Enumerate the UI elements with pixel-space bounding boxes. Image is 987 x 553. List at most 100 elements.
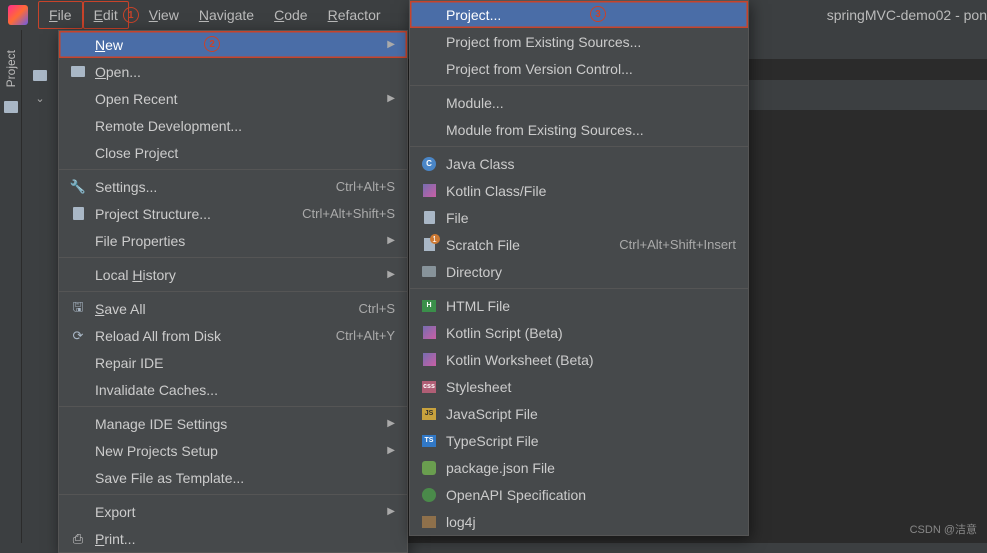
menu-item-open-recent[interactable]: Open Recent ▶ [59,85,407,112]
menu-item-java-class[interactable]: CJava Class [410,150,748,177]
menu-item-reload-all-from-disk[interactable]: ⟳ Reload All from DiskCtrl+Alt+Y [59,322,407,349]
menu-item-label: JavaScript File [446,406,736,422]
menu-item-label: Open Recent [95,91,379,107]
menu-item-log4j[interactable]: log4j [410,508,748,535]
doc-icon [69,207,87,220]
menu-item-save-file-as-template[interactable]: Save File as Template... [59,464,407,491]
chevron-right-icon: ▶ [387,93,395,104]
menu-item-label: Save All [95,301,359,317]
menu-item-label: File Properties [95,233,379,249]
menu-item-new[interactable]: New▶2 [59,31,407,58]
menu-item-typescript-file[interactable]: TSTypeScript File [410,427,748,454]
menu-item-javascript-file[interactable]: JS JavaScript File [410,400,748,427]
menu-item-print[interactable]: ⎙Print... [59,525,407,552]
menu-item-invalidate-caches[interactable]: Invalidate Caches... [59,376,407,403]
menu-item-project-structure[interactable]: Project Structure...Ctrl+Alt+Shift+S [59,200,407,227]
menu-item-new-projects-setup[interactable]: New Projects Setup▶ [59,437,407,464]
window-title: springMVC-demo02 - pon [827,7,987,23]
menu-item-settings[interactable]: 🔧Settings...Ctrl+Alt+S [59,173,407,200]
menu-item-open[interactable]: Open... [59,58,407,85]
project-strip: ⌄ [22,30,58,543]
menu-item-label: Local History [95,267,379,283]
app-icon [8,5,28,25]
annotation: 3 [590,6,606,22]
menu-item-close-project[interactable]: Close Project [59,139,407,166]
menu-item-project-from-version-control[interactable]: Project from Version Control... [410,55,748,82]
menu-item-kotlin-class-file[interactable]: Kotlin Class/File [410,177,748,204]
project-tool-button[interactable]: Project [4,50,18,87]
menu-item-label: Project Structure... [95,206,302,222]
menu-file[interactable]: File [38,1,83,29]
menu-item-label: Remote Development... [95,118,395,134]
chevron-down-icon[interactable]: ⌄ [35,92,44,105]
tool-window-bar-left: Project [0,30,22,543]
menu-edit[interactable]: Edit [83,1,129,29]
menu-separator [59,169,407,170]
folder-icon [4,101,18,113]
chevron-right-icon: ▶ [387,269,395,280]
menu-item-label: Export [95,504,379,520]
menu-item-label: Module from Existing Sources... [446,122,736,138]
menu-navigate[interactable]: Navigate [189,2,264,28]
folder-icon[interactable] [33,70,47,84]
menu-item-label: Java Class [446,156,736,172]
menu-item-project[interactable]: Project...3 [410,1,748,28]
kotlin-icon [420,184,438,197]
api-icon [420,488,438,502]
menu-item-html-file[interactable]: HHTML File [410,292,748,319]
folder-icon [69,66,87,77]
js-icon: JS [420,408,438,420]
annotation: 2 [204,36,220,52]
menu-item-kotlin-worksheet-beta[interactable]: Kotlin Worksheet (Beta) [410,346,748,373]
menu-shortcut: Ctrl+Alt+S [336,179,395,194]
css-icon: css [420,381,438,393]
menu-item-save-all[interactable]: 🖫Save AllCtrl+S [59,295,407,322]
menu-item-repair-ide[interactable]: Repair IDE [59,349,407,376]
menu-shortcut: Ctrl+Alt+Y [336,328,395,343]
log-icon [420,516,438,528]
chevron-right-icon: ▶ [387,418,395,429]
new-submenu-dropdown: Project...3 Project from Existing Sources… [409,0,749,536]
menu-item-local-history[interactable]: Local History ▶ [59,261,407,288]
menu-refactor[interactable]: Refactor [318,2,391,28]
menu-item-label: Repair IDE [95,355,395,371]
menu-item-openapi-specification[interactable]: OpenAPI Specification [410,481,748,508]
menu-item-label: Directory [446,264,736,280]
menu-item-label: Close Project [95,145,395,161]
menu-item-scratch-file[interactable]: Scratch FileCtrl+Alt+Shift+Insert [410,231,748,258]
menu-item-label: OpenAPI Specification [446,487,736,503]
menu-item-label: Module... [446,95,736,111]
menu-item-label: Settings... [95,179,336,195]
menu-item-package-json-file[interactable]: package.json File [410,454,748,481]
menu-item-remote-development[interactable]: Remote Development... [59,112,407,139]
menu-item-module-from-existing-sources[interactable]: Module from Existing Sources... [410,116,748,143]
menu-item-label: Project from Existing Sources... [446,34,736,50]
menu-item-manage-ide-settings[interactable]: Manage IDE Settings ▶ [59,410,407,437]
menu-item-export[interactable]: Export▶ [59,498,407,525]
menu-item-label: Manage IDE Settings [95,416,379,432]
menu-item-label: Stylesheet [446,379,736,395]
menu-item-kotlin-script-beta[interactable]: Kotlin Script (Beta) [410,319,748,346]
menu-item-label: Kotlin Script (Beta) [446,325,736,341]
menu-item-label: HTML File [446,298,736,314]
menu-item-directory[interactable]: Directory [410,258,748,285]
menu-item-file-properties[interactable]: File Properties▶ [59,227,407,254]
menu-item-label: Kotlin Worksheet (Beta) [446,352,736,368]
menu-item-file[interactable]: File [410,204,748,231]
scratch-icon [420,238,438,251]
menu-item-module[interactable]: Module... [410,89,748,116]
menu-item-label: Reload All from Disk [95,328,336,344]
annotation-1: 1 [123,7,139,23]
menu-separator [59,406,407,407]
menu-item-label: TypeScript File [446,433,736,449]
menu-item-project-from-existing-sources[interactable]: Project from Existing Sources... [410,28,748,55]
menu-item-label: Open... [95,64,395,80]
kotlin-icon [420,353,438,366]
print-icon: ⎙ [69,531,87,547]
menu-code[interactable]: Code [264,2,317,28]
menu-item-stylesheet[interactable]: css Stylesheet [410,373,748,400]
reload-icon: ⟳ [69,328,87,344]
menu-view[interactable]: View [139,2,189,28]
menu-separator [59,291,407,292]
chevron-right-icon: ▶ [387,39,395,50]
